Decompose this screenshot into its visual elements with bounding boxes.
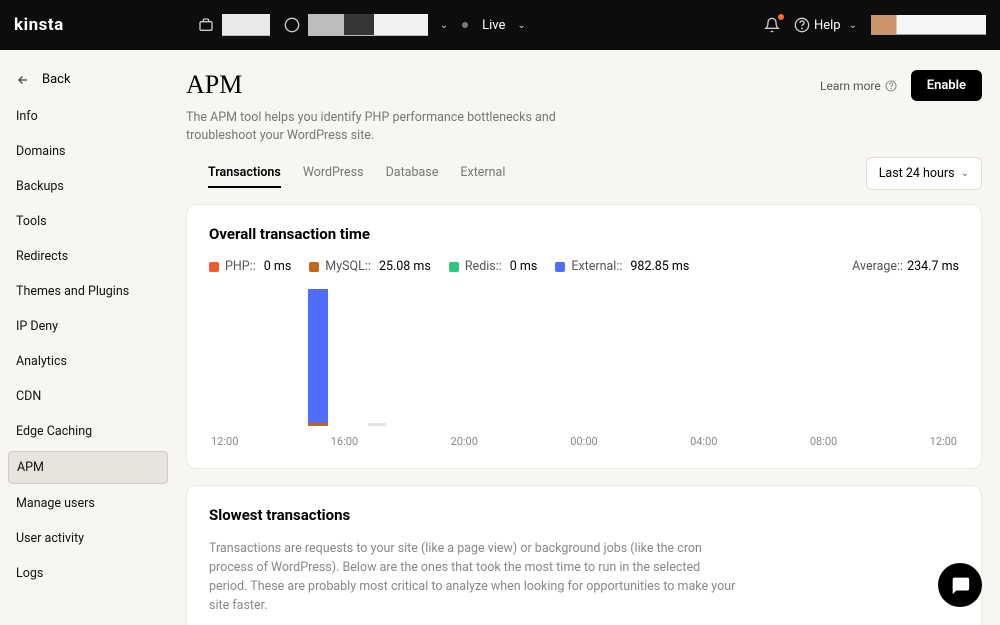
legend-label: PHP::	[225, 259, 256, 274]
back-label: Back	[42, 72, 71, 87]
sidebar-item-apm[interactable]: APM	[8, 451, 168, 484]
bar-segment-mysql	[308, 423, 328, 426]
chat-icon	[949, 574, 971, 596]
env-dot-icon	[462, 22, 468, 28]
legend-value: 0 ms	[510, 259, 538, 274]
notifications-button[interactable]	[764, 17, 780, 33]
overall-transaction-chart: 12:00 16:00 20:00 00:00 04:00 08:00 12:00	[209, 288, 959, 448]
legend-label: Redis::	[465, 259, 502, 274]
main-content: APM Learn more Enable The APM tool helps…	[176, 50, 1000, 625]
sidebar-item-info[interactable]: Info	[8, 101, 168, 132]
x-tick: 12:00	[211, 435, 238, 448]
legend-item: External::982.85 ms	[555, 259, 689, 274]
sidebar-item-cdn[interactable]: CDN	[8, 381, 168, 412]
legend-value: 982.85 ms	[630, 259, 689, 274]
brand-logo[interactable]: kinsta	[14, 15, 64, 35]
chart-legend: PHP::0 ms MySQL::25.08 ms Redis::0 ms Exter…	[209, 259, 959, 274]
sidebar-item-backups[interactable]: Backups	[8, 171, 168, 202]
sidebar-item-ip-deny[interactable]: IP Deny	[8, 311, 168, 342]
sidebar-item-domains[interactable]: Domains	[8, 136, 168, 167]
x-tick: 00:00	[570, 435, 597, 448]
legend-swatch	[449, 262, 459, 272]
company-placeholder	[222, 14, 270, 36]
info-icon	[885, 80, 897, 92]
learn-more-link[interactable]: Learn more	[820, 79, 897, 93]
tab-external[interactable]: External	[460, 159, 505, 188]
env-label: Live	[482, 18, 505, 33]
sidebar: Back Info Domains Backups Tools Redirects The…	[0, 50, 176, 625]
legend-average: Average::234.7 ms	[852, 259, 959, 274]
site-placeholder	[308, 14, 428, 36]
x-tick: 08:00	[810, 435, 837, 448]
account-menu[interactable]	[871, 15, 986, 35]
legend-swatch	[555, 262, 565, 272]
back-button[interactable]: Back	[8, 66, 168, 101]
bell-icon	[764, 17, 780, 33]
chevron-down-icon: ⌄	[440, 20, 448, 31]
sidebar-item-themes-and-plugins[interactable]: Themes and Plugins	[8, 276, 168, 307]
company-selector[interactable]	[198, 14, 270, 36]
tab-wordpress[interactable]: WordPress	[303, 159, 364, 188]
page-description: The APM tool helps you identify PHP perf…	[186, 109, 596, 145]
chevron-down-icon: ⌄	[849, 20, 857, 31]
sidebar-item-user-activity[interactable]: User activity	[8, 523, 168, 554]
arrow-left-icon	[16, 73, 30, 87]
legend-label: MySQL::	[325, 259, 371, 274]
legend-swatch	[209, 262, 219, 272]
wordpress-icon	[284, 17, 300, 33]
slowest-transactions-card: Slowest transactions Transactions are re…	[186, 485, 982, 625]
time-range-select[interactable]: Last 24 hours ⌄	[866, 157, 982, 190]
tab-transactions[interactable]: Transactions	[208, 159, 281, 188]
legend-swatch	[309, 262, 319, 272]
legend-item: Redis::0 ms	[449, 259, 537, 274]
help-menu[interactable]: Help ⌄	[794, 17, 857, 33]
sidebar-item-tools[interactable]: Tools	[8, 206, 168, 237]
x-tick: 12:00	[930, 435, 957, 448]
overall-transaction-card: Overall transaction time PHP::0 ms MySQL:…	[186, 204, 982, 469]
tab-database[interactable]: Database	[386, 159, 439, 188]
bar-segment-external	[308, 289, 328, 423]
sidebar-item-redirects[interactable]: Redirects	[8, 241, 168, 272]
legend-label: External::	[571, 259, 622, 274]
legend-item: MySQL::25.08 ms	[309, 259, 431, 274]
topbar: kinsta ⌄ Live ⌄ Help ⌄	[0, 0, 1000, 50]
legend-value: 0 ms	[264, 259, 292, 274]
card-description: Transactions are requests to your site (…	[209, 540, 739, 615]
page-title: APM	[186, 70, 242, 100]
card-title: Slowest transactions	[209, 506, 959, 524]
sidebar-item-edge-caching[interactable]: Edge Caching	[8, 416, 168, 447]
notification-badge	[778, 14, 784, 20]
chevron-down-icon: ⌄	[961, 168, 969, 179]
sidebar-item-logs[interactable]: Logs	[8, 558, 168, 589]
card-title: Overall transaction time	[209, 225, 959, 243]
tabs: Transactions WordPress Database External	[186, 159, 505, 188]
chevron-down-icon: ⌄	[517, 20, 525, 31]
chart-bar-empty	[368, 423, 386, 426]
env-selector[interactable]: Live ⌄	[462, 18, 526, 33]
sidebar-item-manage-users[interactable]: Manage users	[8, 488, 168, 519]
sidebar-item-analytics[interactable]: Analytics	[8, 346, 168, 377]
x-tick: 16:00	[331, 435, 358, 448]
chart-bar	[308, 289, 328, 427]
briefcase-icon	[198, 17, 214, 33]
legend-item: PHP::0 ms	[209, 259, 291, 274]
legend-value: 25.08 ms	[379, 259, 431, 274]
site-selector[interactable]: ⌄	[284, 14, 448, 36]
help-icon	[794, 17, 810, 33]
help-label: Help	[814, 18, 841, 33]
enable-button[interactable]: Enable	[911, 70, 982, 101]
x-tick: 20:00	[451, 435, 478, 448]
chart-x-axis: 12:00 16:00 20:00 00:00 04:00 08:00 12:00	[209, 435, 959, 448]
x-tick: 04:00	[690, 435, 717, 448]
chat-widget[interactable]	[938, 563, 982, 607]
